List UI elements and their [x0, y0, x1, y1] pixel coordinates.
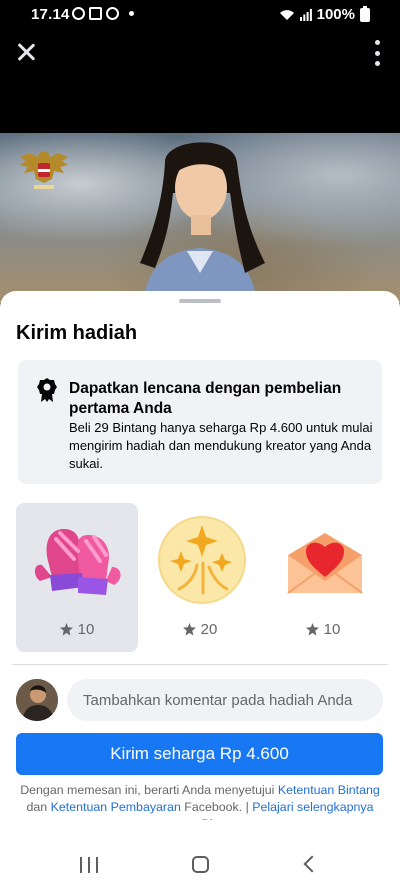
divider	[12, 664, 388, 665]
comment-input[interactable]	[67, 679, 383, 721]
gift-price: 10	[16, 621, 138, 638]
gift-price-value: 20	[200, 621, 218, 638]
status-bar: 17.14 100%	[0, 0, 400, 30]
gift-options: 10 20 10	[16, 503, 384, 652]
status-time: 17.14	[31, 6, 70, 23]
send-gift-sheet: Kirim hadiah Dapatkan lencana dengan pem…	[0, 291, 400, 889]
presenter-image	[140, 142, 265, 303]
sparkles-icon	[158, 516, 246, 604]
battery-icon	[360, 5, 370, 22]
promo-heading: Dapatkan lencana dengan pembelian pertam…	[69, 380, 342, 417]
terms-suffix: Facebook. |	[180, 800, 253, 814]
badge-icon	[37, 378, 57, 402]
signal-icon	[299, 8, 312, 21]
status-right: 100%	[279, 5, 370, 23]
garuda-emblem-icon	[20, 151, 68, 189]
terms-prefix: Dengan memesan ini, berarti Anda menyetu…	[20, 783, 278, 797]
star-terms-link[interactable]: Ketentuan Bintang	[278, 783, 380, 797]
avatar	[16, 679, 58, 721]
payment-terms-link[interactable]: Ketentuan Pembayaran	[51, 800, 181, 814]
recent-apps-icon[interactable]	[80, 857, 98, 873]
gift-price: 20	[139, 621, 261, 638]
terms-text: Dengan memesan ini, berarti Anda menyetu…	[18, 782, 382, 820]
mittens-icon	[34, 529, 121, 595]
battery-percent: 100%	[316, 6, 355, 23]
gift-option-sparkles[interactable]: 20	[139, 503, 261, 652]
wifi-icon	[279, 9, 294, 20]
whatsapp-icon	[72, 7, 85, 20]
stars-icon	[59, 623, 73, 636]
sheet-title: Kirim hadiah	[16, 322, 138, 344]
home-icon[interactable]	[192, 856, 209, 873]
send-gift-button[interactable]: Kirim seharga Rp 4.600	[16, 733, 383, 775]
more-options-button[interactable]	[372, 40, 382, 66]
gift-price-value: 10	[323, 621, 341, 638]
more-notifications-dot	[129, 11, 134, 16]
gift-price: 10	[262, 621, 384, 638]
promo-body: Beli 29 Bintang hanya seharga Rp 4.600 u…	[69, 420, 373, 471]
tiktok-icon	[89, 7, 102, 20]
gift-option-heart-envelope[interactable]: 10	[262, 503, 384, 652]
system-nav-bar	[0, 845, 400, 889]
live-video-preview	[0, 133, 400, 303]
terms-mid: dan	[26, 800, 51, 814]
sheet-drag-handle[interactable]	[179, 299, 221, 303]
close-button[interactable]	[12, 38, 40, 66]
gift-option-mittens[interactable]: 10	[16, 503, 138, 652]
stars-icon	[182, 623, 196, 636]
back-icon[interactable]	[303, 855, 321, 873]
top-bar	[0, 30, 400, 134]
notification-icons	[72, 7, 134, 20]
heart-envelope-icon	[287, 533, 363, 594]
gift-price-value: 10	[77, 621, 95, 638]
promo-card: Dapatkan lencana dengan pembelian pertam…	[18, 360, 382, 484]
stars-icon	[305, 623, 319, 636]
sync-icon	[106, 7, 119, 20]
